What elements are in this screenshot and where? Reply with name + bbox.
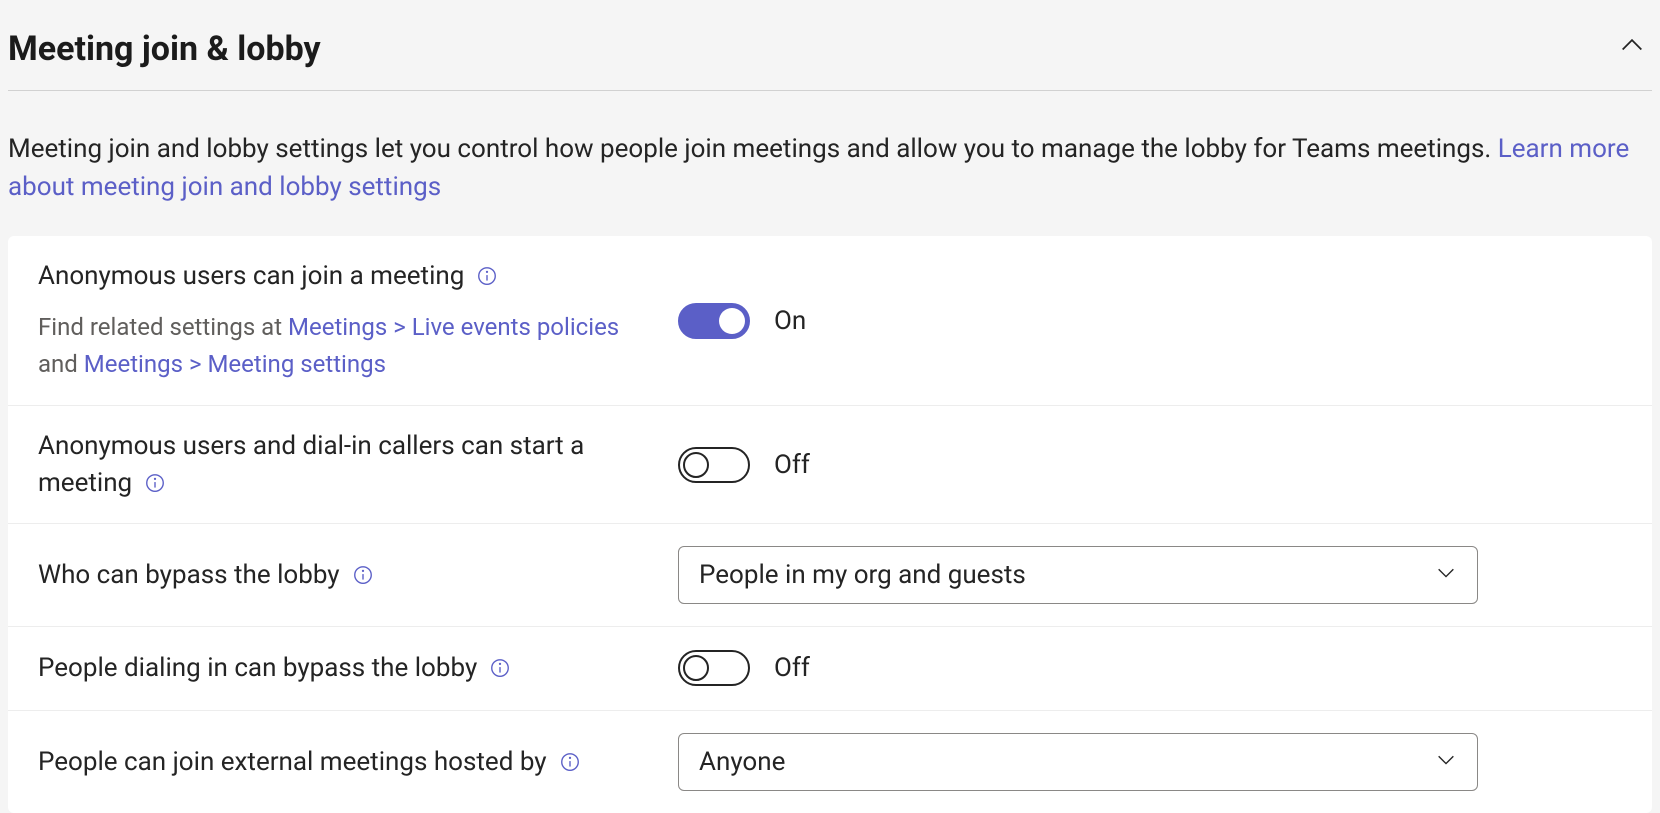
setting-row-dialin-bypass: People dialing in can bypass the lobby O…: [8, 627, 1652, 711]
chevron-down-icon: [1435, 747, 1457, 777]
toggle-knob: [719, 308, 745, 334]
info-icon[interactable]: [489, 657, 511, 679]
info-icon[interactable]: [144, 472, 166, 494]
info-icon[interactable]: [476, 265, 498, 287]
section-header: Meeting join & lobby: [8, 8, 1652, 91]
setting-row-anonymous-start: Anonymous users and dial-in callers can …: [8, 406, 1652, 524]
setting-label: Anonymous users and dial-in callers can …: [38, 431, 584, 497]
setting-label: Who can bypass the lobby: [38, 560, 340, 590]
setting-label: Anonymous users can join a meeting: [38, 261, 464, 291]
setting-row-bypass-lobby: Who can bypass the lobby People in my or…: [8, 524, 1652, 627]
toggle-state-label: Off: [774, 450, 810, 480]
related-link-meeting-settings[interactable]: Meetings > Meeting settings: [84, 350, 386, 378]
dropdown-external-hosted[interactable]: Anyone: [678, 733, 1478, 791]
related-settings-text: Find related settings at Meetings > Live…: [38, 309, 658, 383]
toggle-track: [678, 303, 750, 339]
setting-row-anonymous-join: Anonymous users can join a meeting Find …: [8, 236, 1652, 406]
dropdown-bypass-lobby[interactable]: People in my org and guests: [678, 546, 1478, 604]
info-icon[interactable]: [559, 751, 581, 773]
dropdown-selected-value: Anyone: [699, 747, 785, 777]
setting-row-external-hosted: People can join external meetings hosted…: [8, 711, 1652, 813]
settings-card: Anonymous users can join a meeting Find …: [8, 236, 1652, 813]
collapse-section-button[interactable]: [1612, 26, 1652, 72]
toggle-track: [678, 447, 750, 483]
related-prefix: Find related settings at: [38, 313, 288, 341]
info-icon[interactable]: [352, 564, 374, 586]
toggle-knob: [683, 655, 709, 681]
toggle-track: [678, 650, 750, 686]
toggle-state-label: Off: [774, 653, 810, 683]
toggle-anonymous-join[interactable]: On: [678, 303, 806, 339]
toggle-knob: [683, 452, 709, 478]
section-description: Meeting join and lobby settings let you …: [8, 91, 1652, 236]
section-description-text: Meeting join and lobby settings let you …: [8, 134, 1498, 164]
related-link-live-events[interactable]: Meetings > Live events policies: [288, 313, 619, 341]
toggle-dialin-bypass[interactable]: Off: [678, 650, 810, 686]
setting-label: People dialing in can bypass the lobby: [38, 653, 477, 683]
toggle-anonymous-start[interactable]: Off: [678, 447, 810, 483]
toggle-state-label: On: [774, 306, 806, 336]
chevron-down-icon: [1435, 560, 1457, 590]
setting-label: People can join external meetings hosted…: [38, 747, 547, 777]
chevron-up-icon: [1618, 38, 1646, 66]
section-title: Meeting join & lobby: [8, 29, 321, 69]
dropdown-selected-value: People in my org and guests: [699, 560, 1026, 590]
related-middle: and: [38, 350, 84, 378]
